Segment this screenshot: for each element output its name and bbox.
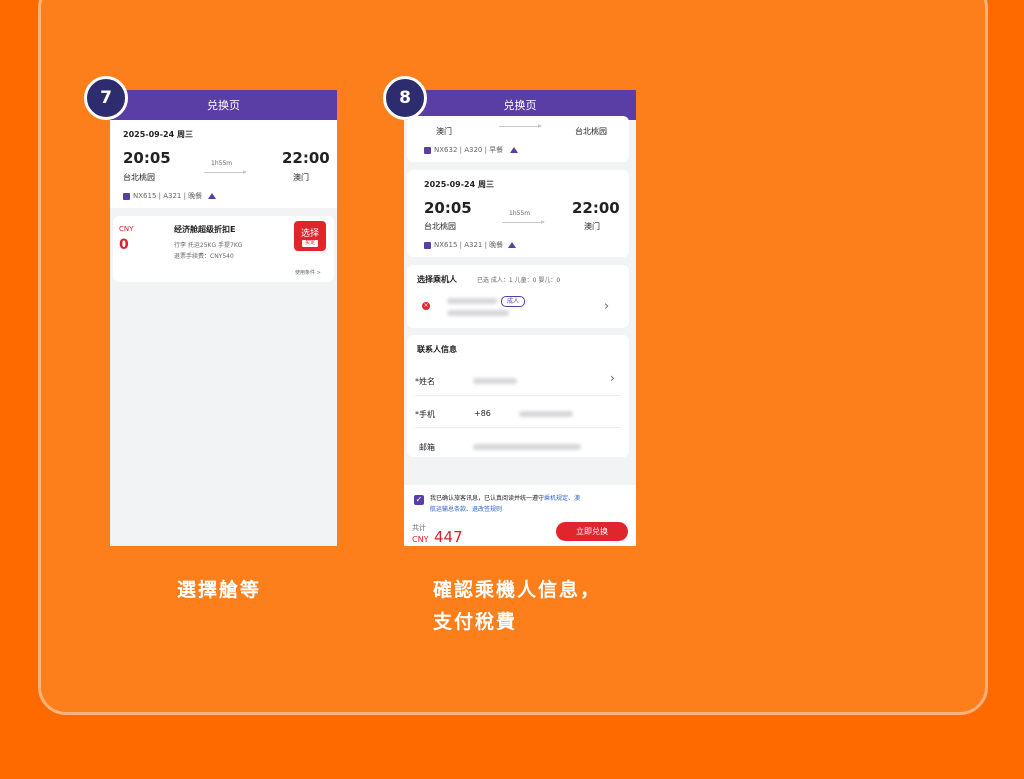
- arrival-time: 22:00: [572, 199, 620, 217]
- adult-tag: 成人: [501, 296, 525, 307]
- total-currency: CNY: [412, 535, 429, 544]
- arrival-city: 澳门: [584, 222, 600, 231]
- consent-checkbox[interactable]: ✓: [414, 495, 424, 505]
- flight-info: NX615 | A321 | 晚餐: [133, 192, 203, 200]
- fare-baggage: 行李 托运25KG 手提7KG: [174, 242, 243, 249]
- step-caption: 選擇艙等: [177, 579, 262, 601]
- fare-currency: CNY: [119, 225, 134, 233]
- select-fare-label: 选择: [300, 229, 319, 239]
- consent-link-terms[interactable]: 航运输总条款、退改签规则: [430, 504, 502, 513]
- step-number-badge: 7: [84, 76, 128, 120]
- meal-icon: [208, 193, 216, 199]
- airline-logo-icon: [424, 147, 431, 154]
- airline-logo-icon: [123, 193, 130, 200]
- flight-date: 2025-09-24 周三: [424, 180, 494, 189]
- fare-refund-fee: 退票手续费：CNY540: [174, 253, 234, 260]
- total-label: 共计: [412, 524, 426, 532]
- flight-path-arrow: [499, 124, 542, 128]
- chevron-right-icon[interactable]: ›: [610, 371, 615, 385]
- flight-duration: 1h55m: [509, 210, 531, 217]
- departure-time: 20:05: [123, 149, 171, 167]
- divider: [415, 395, 621, 396]
- prev-departure-city: 澳门: [436, 127, 452, 136]
- consent-link-rules[interactable]: 乘机规定、澳: [544, 495, 580, 502]
- step-caption-line: 確認乘機人信息，: [433, 579, 602, 601]
- fare-class-name: 经济舱超级折扣E: [174, 225, 236, 234]
- fare-rules-link[interactable]: 使用条件 >: [295, 269, 321, 276]
- email-input[interactable]: [473, 444, 581, 450]
- redeem-now-button[interactable]: 立即兑换: [556, 522, 628, 541]
- meal-icon: [508, 242, 516, 248]
- chevron-right-icon[interactable]: ›: [604, 299, 609, 314]
- previous-flight-card: 澳门 台北桃园 NX632 | A320 | 早餐: [407, 116, 629, 162]
- departure-time: 20:05: [424, 199, 472, 217]
- phone-input[interactable]: [519, 411, 573, 417]
- passenger-id-redacted: [447, 310, 509, 316]
- name-input[interactable]: [473, 378, 517, 384]
- select-fare-sublabel: 买定: [302, 240, 318, 247]
- page-title: 兑换页: [110, 90, 337, 120]
- prev-flight-info: NX632 | A320 | 早餐: [434, 146, 504, 154]
- prev-arrival-city: 台北桃园: [575, 127, 607, 136]
- flight-path-arrow: [204, 170, 247, 174]
- meal-icon: [510, 147, 518, 153]
- airline-logo-icon: [424, 242, 431, 249]
- phone-screen-confirm-passenger: 兑换页 澳门 台北桃园 NX632 | A320 | 早餐 2025-09-24…: [404, 90, 636, 546]
- flight-card: 2025-09-24 周三 20:05 1h55m 22:00 台北桃园 澳门 …: [407, 170, 629, 257]
- select-fare-button[interactable]: 选择 买定: [294, 221, 326, 251]
- name-label: *姓名: [415, 377, 435, 386]
- flight-date: 2025-09-24 周三: [123, 130, 193, 139]
- contact-card: 联系人信息 *姓名 › *手机 +86 邮箱: [407, 335, 629, 457]
- phone-screen-select-class: 兑换页 2025-09-24 周三 20:05 1h55m 22:00 台北桃园…: [110, 90, 337, 546]
- phone-label: *手机: [415, 410, 435, 419]
- passenger-summary: 已选 成人：1 儿童：0 婴儿：0: [477, 277, 561, 284]
- country-code[interactable]: +86: [474, 409, 491, 418]
- passenger-section-title: 选择乘机人: [417, 275, 457, 284]
- flight-card: 2025-09-24 周三 20:05 1h55m 22:00 台北桃园 澳门 …: [110, 120, 337, 208]
- flight-duration: 1h55m: [211, 160, 233, 167]
- total-amount: 447: [434, 528, 463, 546]
- step-number-badge: 8: [383, 76, 427, 120]
- step-caption: 確認乘機人信息， 支付稅費: [433, 574, 601, 638]
- divider: [415, 427, 621, 428]
- departure-city: 台北桃园: [123, 173, 155, 182]
- remove-passenger-icon[interactable]: ×: [422, 302, 430, 310]
- departure-city: 台北桃园: [424, 222, 456, 231]
- flight-info: NX615 | A321 | 晚餐: [434, 241, 504, 249]
- contact-section-title: 联系人信息: [417, 345, 457, 354]
- passenger-name-redacted: [447, 298, 497, 304]
- step-caption-line: 支付稅費: [433, 611, 518, 633]
- flight-path-arrow: [502, 220, 545, 224]
- arrival-city: 澳门: [293, 173, 309, 182]
- arrival-time: 22:00: [282, 149, 330, 167]
- fare-price: 0: [119, 237, 129, 253]
- email-label: 邮箱: [419, 443, 435, 452]
- consent-text: 我已确认旅客讯息，已认真阅读并统一遵守乘机规定、澳: [430, 495, 581, 502]
